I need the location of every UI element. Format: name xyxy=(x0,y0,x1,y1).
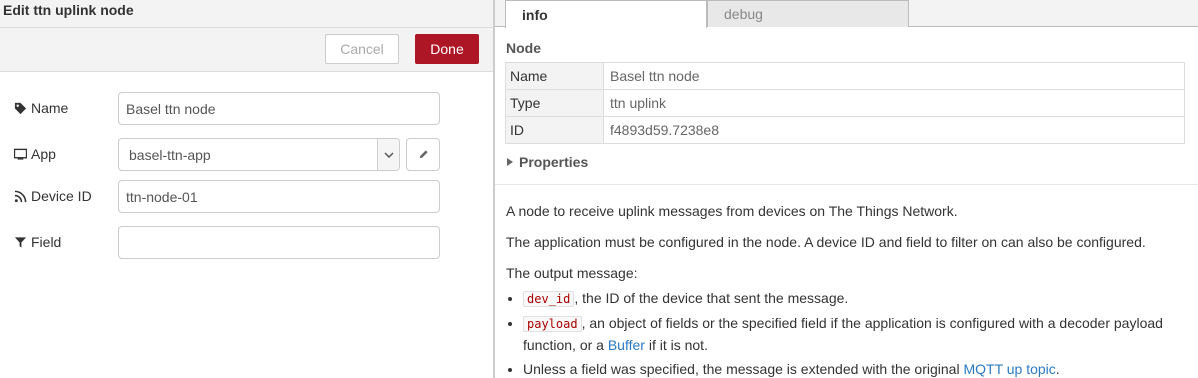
help-list-text: . xyxy=(1055,361,1060,377)
edit-panel-header: Edit ttn uplink node xyxy=(0,0,493,28)
edit-app-button[interactable] xyxy=(406,138,440,171)
table-row: ID f4893d59.7238e8 xyxy=(505,116,1185,144)
node-info-key: Name xyxy=(505,62,604,90)
chevron-down-icon[interactable] xyxy=(377,139,399,170)
device-id-input[interactable]: ttn-node-01 xyxy=(118,180,440,213)
app-row: App basel-ttn-app xyxy=(0,138,493,172)
app-select[interactable]: basel-ttn-app xyxy=(118,138,400,171)
monitor-icon xyxy=(14,148,27,160)
tab-info[interactable]: info xyxy=(505,0,707,28)
name-label: Name xyxy=(14,100,68,116)
node-info-value: f4893d59.7238e8 xyxy=(603,116,1185,144)
app-label: App xyxy=(14,146,56,162)
name-row: Name Basel ttn node xyxy=(0,92,493,126)
device-id-row: Device ID ttn-node-01 xyxy=(0,180,493,214)
cancel-button[interactable]: Cancel xyxy=(325,34,399,64)
node-help-text: A node to receive uplink messages from d… xyxy=(506,201,1196,378)
name-label-text: Name xyxy=(31,100,69,116)
mqtt-up-topic-link[interactable]: MQTT up topic xyxy=(963,361,1055,377)
help-list: dev_id, the ID of the device that sent t… xyxy=(523,288,1196,378)
edit-panel: Edit ttn uplink node Cancel Done Name Ba… xyxy=(0,0,493,378)
sidebar-panel: info debug Node Name Basel ttn node Type… xyxy=(495,0,1198,378)
buffer-link[interactable]: Buffer xyxy=(608,337,645,353)
help-paragraph: A node to receive uplink messages from d… xyxy=(506,203,958,219)
node-info-table: Name Basel ttn node Type ttn uplink ID f… xyxy=(505,62,1185,144)
list-item: payload, an object of fields or the spec… xyxy=(523,313,1196,356)
node-info-key: Type xyxy=(505,89,604,117)
name-input[interactable]: Basel ttn node xyxy=(118,92,440,125)
properties-toggle[interactable]: Properties xyxy=(507,154,588,170)
tab-debug[interactable]: debug xyxy=(707,0,909,27)
list-item: Unless a field was specified, the messag… xyxy=(523,359,1196,378)
caret-right-icon xyxy=(507,158,513,166)
tag-icon xyxy=(14,102,27,114)
field-row: Field xyxy=(0,226,493,260)
edit-panel-toolbar: Cancel Done xyxy=(0,28,493,72)
code-dev-id: dev_id xyxy=(523,291,575,307)
rss-icon xyxy=(14,190,27,202)
field-label-text: Field xyxy=(31,234,62,250)
device-id-label: Device ID xyxy=(14,188,92,204)
pencil-icon xyxy=(419,150,428,159)
help-paragraph: The output message: xyxy=(506,265,638,281)
table-row: Type ttn uplink xyxy=(505,89,1185,117)
section-divider xyxy=(495,184,1198,185)
node-info-value: Basel ttn node xyxy=(603,62,1185,90)
edit-panel-title: Edit ttn uplink node xyxy=(3,2,134,18)
list-item: dev_id, the ID of the device that sent t… xyxy=(523,288,1196,310)
app-label-text: App xyxy=(31,146,56,162)
field-label: Field xyxy=(14,234,61,250)
help-list-text: Unless a field was specified, the messag… xyxy=(523,361,964,377)
table-row: Name Basel ttn node xyxy=(505,62,1185,90)
device-id-label-text: Device ID xyxy=(31,188,92,204)
done-button[interactable]: Done xyxy=(415,34,479,64)
node-section-heading: Node xyxy=(506,40,541,56)
help-list-text: , the ID of the device that sent the mes… xyxy=(574,290,849,306)
help-list-text: if it is not. xyxy=(644,337,708,353)
help-paragraph: The application must be configured in th… xyxy=(506,234,1146,250)
properties-label: Properties xyxy=(519,154,589,170)
code-payload: payload xyxy=(523,316,582,332)
sidebar-tabbar: info debug xyxy=(495,0,1198,28)
filter-icon xyxy=(14,236,27,248)
node-info-key: ID xyxy=(505,116,604,144)
field-input[interactable] xyxy=(118,226,440,259)
app-select-value: basel-ttn-app xyxy=(129,146,211,163)
node-info-value: ttn uplink xyxy=(603,89,1185,117)
